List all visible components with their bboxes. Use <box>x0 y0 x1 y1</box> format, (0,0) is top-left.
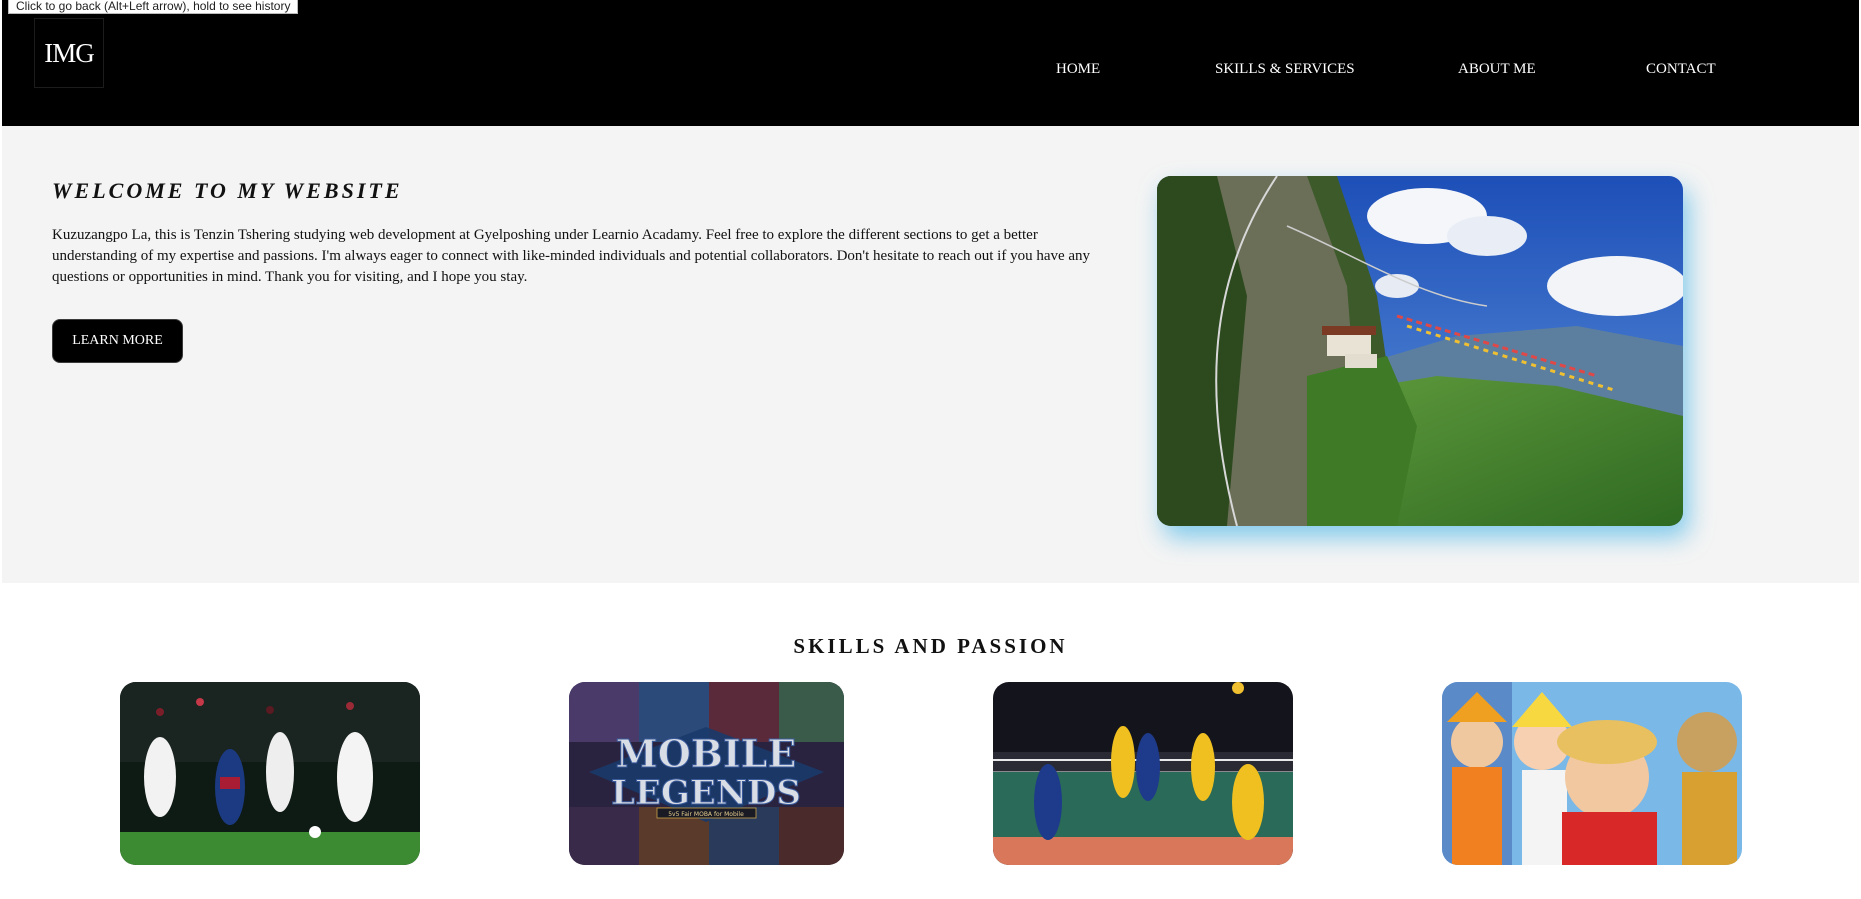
nav-about-me[interactable]: ABOUT ME <box>1458 61 1536 78</box>
volleyball-photo <box>993 682 1293 865</box>
navbar: IMG HOME SKILLS & SERVICES ABOUT ME CONT… <box>2 0 1859 126</box>
back-button-tooltip: Click to go back (Alt+Left arrow), hold … <box>8 0 299 14</box>
learn-more-button[interactable]: LEARN MORE <box>52 319 183 363</box>
anime-photo <box>1442 682 1742 865</box>
mobile-legends-logo-subtitle: 5v5 Fair MOBA for Mobile <box>668 811 744 818</box>
nav-skills-services[interactable]: SKILLS & SERVICES <box>1215 61 1355 78</box>
nav-home[interactable]: HOME <box>1056 61 1100 78</box>
football-photo <box>120 682 420 865</box>
mobile-legends-logo-line1: MOBILE <box>616 731 797 776</box>
site-logo[interactable]: IMG <box>34 18 104 88</box>
hero-description: Kuzuzangpo La, this is Tenzin Tshering s… <box>52 227 1091 285</box>
hero-title: WELCOME TO MY WEBSITE <box>52 178 403 203</box>
mobile-legends-logo-line2: LEGENDS <box>611 773 801 813</box>
tigers-nest-monastery-photo <box>1157 176 1683 526</box>
hero-section: WELCOME TO MY WEBSITE Kuzuzangpo La, thi… <box>2 126 1859 583</box>
skills-title: SKILLS AND PASSION <box>793 634 1068 658</box>
nav-contact[interactable]: CONTACT <box>1646 61 1716 78</box>
mobile-legends-photo: MOBILE LEGENDS 5v5 Fair MOBA for Mobile <box>569 682 844 865</box>
